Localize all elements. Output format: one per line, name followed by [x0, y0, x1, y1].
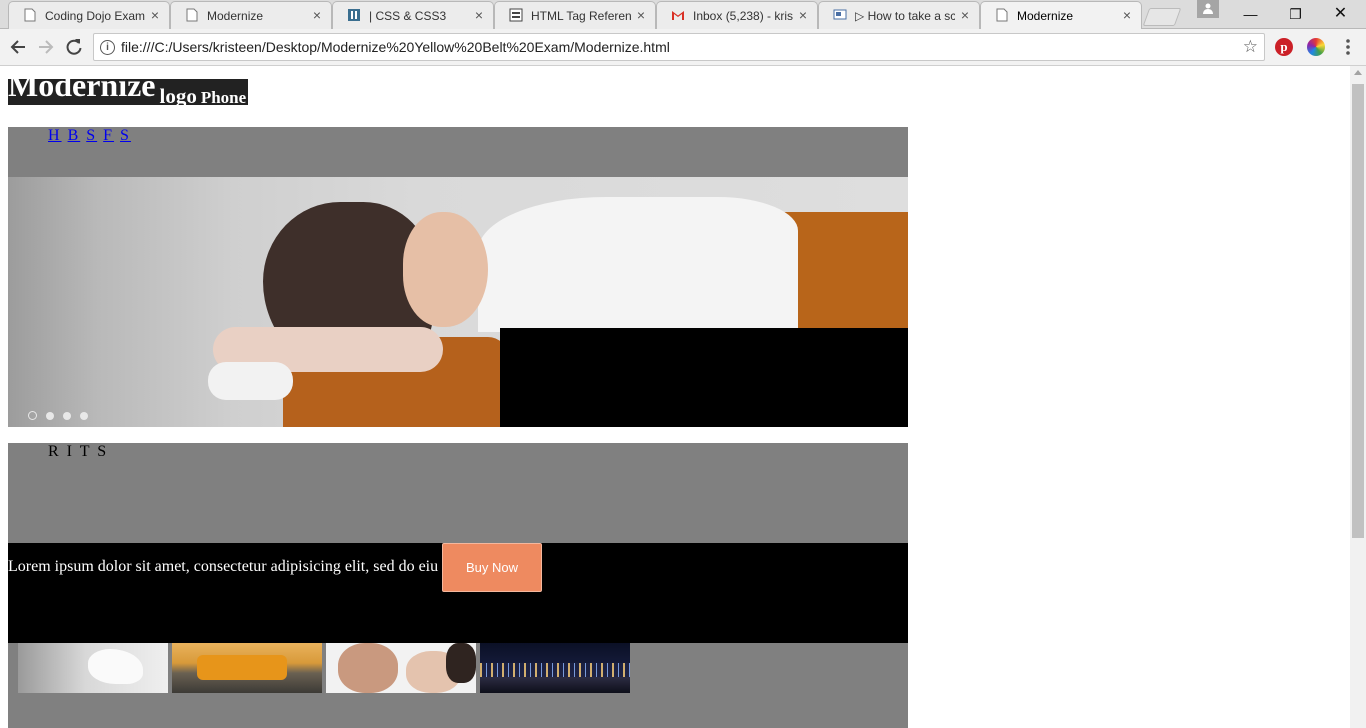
tab-title: Modernize [1017, 9, 1074, 23]
section-band: R I T S [8, 443, 908, 543]
call-to-action: Lorem ipsum dolor sit amet, consectetur … [8, 543, 908, 643]
hero-image-face [403, 212, 488, 327]
gallery-thumb-dancer[interactable] [18, 643, 168, 693]
close-tab-icon[interactable]: × [475, 7, 483, 23]
restore-button[interactable]: ❐ [1273, 0, 1318, 28]
close-tab-icon[interactable]: × [1123, 7, 1131, 23]
tab-title: Inbox (5,238) - kris [693, 9, 793, 23]
reload-icon[interactable] [64, 37, 84, 57]
page-icon [186, 8, 198, 22]
city-lights [480, 663, 630, 677]
tab-modernize[interactable]: Modernize × [170, 1, 332, 29]
gallery-thumb-couple[interactable] [326, 643, 476, 693]
tab-title: | CSS & CSS3 [369, 9, 447, 23]
nav-link-f[interactable]: F [103, 127, 114, 144]
menu-kebab-icon[interactable] [1338, 37, 1358, 57]
slider-dot-4[interactable] [80, 412, 88, 420]
page-icon [996, 8, 1008, 22]
gallery-thumb-bus[interactable] [172, 643, 322, 693]
scroll-up-arrow-icon[interactable] [1354, 70, 1362, 75]
nav-links: H B S F S [48, 127, 131, 145]
gallery [8, 643, 908, 728]
hero-image-shirt [478, 197, 798, 332]
nav-link-b[interactable]: B [68, 127, 81, 144]
tab-html-reference[interactable]: HTML Tag Referen × [494, 1, 656, 29]
pinterest-extension-icon[interactable]: p [1275, 38, 1293, 56]
tab-title: HTML Tag Referen [531, 9, 631, 23]
scrollbar-thumb[interactable] [1352, 84, 1364, 538]
close-tab-icon[interactable]: × [799, 7, 807, 23]
forward-arrow-icon[interactable] [36, 37, 56, 57]
gmail-icon [672, 11, 684, 20]
nav-link-h[interactable]: H [48, 127, 62, 144]
address-bar[interactable]: i file:///C:/Users/kristeen/Desktop/Mode… [93, 33, 1265, 61]
hero-image-sleeve [208, 362, 293, 400]
phone-text: Phone [200, 88, 247, 105]
profile-button[interactable] [1197, 0, 1219, 18]
close-window-button[interactable]: ✕ [1318, 0, 1363, 28]
color-picker-extension-icon[interactable] [1307, 38, 1325, 56]
bookmark-star-icon[interactable]: ☆ [1243, 37, 1258, 57]
buy-now-button[interactable]: Buy Now [442, 543, 542, 592]
hair-shape [446, 643, 476, 683]
site-icon [348, 9, 360, 21]
tab-title: ▷ How to take a sc [855, 9, 955, 23]
slider-dots [28, 407, 97, 425]
bus-shape [197, 655, 287, 680]
person-icon [1203, 3, 1213, 14]
top-nav: H B S F S [8, 127, 908, 177]
tab-title: Coding Dojo Exam [45, 9, 145, 23]
browser-toolbar: i file:///C:/Users/kristeen/Desktop/Mode… [0, 29, 1366, 66]
page-scrollbar[interactable] [1350, 66, 1366, 728]
cta-text: Lorem ipsum dolor sit amet, consectetur … [8, 558, 439, 575]
close-tab-icon[interactable]: × [151, 7, 159, 23]
slider-dot-3[interactable] [63, 412, 71, 420]
tab-gmail[interactable]: Inbox (5,238) - kris × [656, 1, 818, 29]
site-icon [833, 9, 847, 20]
url-text[interactable]: file:///C:/Users/kristeen/Desktop/Modern… [121, 39, 670, 55]
tab-how-to[interactable]: ▷ How to take a sc × [818, 1, 980, 29]
close-tab-icon[interactable]: × [961, 7, 969, 23]
nav-link-s[interactable]: S [86, 127, 97, 144]
hero-slider [8, 177, 908, 427]
tab-modernize-active[interactable]: Modernize × [980, 1, 1142, 30]
slider-dot-2[interactable] [46, 412, 54, 420]
logo-text: logo [159, 84, 197, 105]
site-header: Modernize logo Phone [8, 79, 249, 105]
nav-link-s2[interactable]: S [120, 127, 131, 144]
close-tab-icon[interactable]: × [637, 7, 645, 23]
gallery-thumb-city[interactable] [480, 643, 630, 693]
html-icon [509, 8, 523, 22]
close-tab-icon[interactable]: × [313, 7, 321, 23]
tab-strip: Coding Dojo Exam × Modernize × | CSS & C… [0, 0, 1366, 30]
section-letters: R I T S [48, 443, 109, 460]
tab-coding-dojo[interactable]: Coding Dojo Exam × [8, 1, 170, 29]
page-icon [24, 8, 36, 22]
brand-title: Modernize [8, 79, 156, 103]
slider-dot-1[interactable] [28, 411, 37, 420]
info-icon[interactable]: i [100, 40, 115, 55]
man-shape [338, 643, 398, 693]
back-arrow-icon[interactable] [8, 37, 28, 57]
hero-overlay-box [500, 328, 908, 427]
page-viewport: Modernize logo Phone H B S F S R I T S L… [0, 66, 1350, 728]
new-tab-button[interactable] [1142, 8, 1182, 26]
minimize-button[interactable]: — [1228, 0, 1273, 28]
dancer-figure [88, 649, 143, 684]
tab-title: Modernize [207, 9, 264, 23]
tab-css[interactable]: | CSS & CSS3 × [332, 1, 494, 29]
